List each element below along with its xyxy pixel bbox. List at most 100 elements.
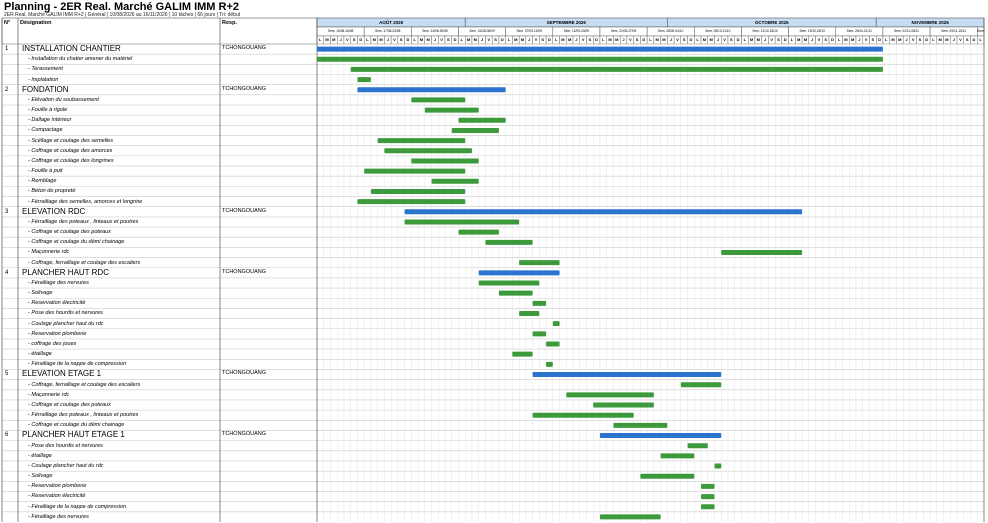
summary-bar (599, 433, 722, 439)
task-name: - Pose des hourdis et nervures (28, 310, 103, 317)
day-letter: L (602, 37, 605, 42)
task-bar (384, 148, 472, 154)
day-letter: M (332, 37, 336, 42)
week-label: Sem. 28/09-04/10 (658, 29, 684, 33)
day-letter: V (440, 37, 443, 42)
task-resp: TCHONGOUANG (222, 431, 266, 438)
day-letter: D (547, 37, 551, 42)
day-letter: J (386, 37, 389, 42)
day-letter: M (615, 37, 619, 42)
task-bar (593, 402, 654, 408)
day-letter: S (777, 37, 780, 42)
day-letter: M (466, 37, 471, 42)
day-letter: J (763, 37, 767, 42)
day-letter: M (419, 37, 424, 42)
task-name: - Reservation électricité (28, 493, 86, 500)
day-letter: J (858, 37, 861, 42)
day-letter: D (406, 37, 410, 42)
day-letter: D (453, 37, 457, 42)
week-label: Sem. 24/08-30/08 (422, 29, 448, 33)
day-letter: J (952, 37, 955, 42)
summary-task-name: INSTALLATION CHANTIER (22, 44, 121, 53)
day-letter: J (339, 37, 342, 42)
day-letter: D (925, 37, 929, 42)
task-bar (640, 473, 695, 479)
summary-bar (532, 372, 722, 378)
row-number: 1 (5, 46, 9, 52)
row-number: 3 (5, 208, 9, 215)
day-letter: L (366, 37, 369, 42)
summary-task-name: FONDATION (22, 84, 69, 94)
week-label: Sem. 17/08-23/08 (375, 29, 401, 33)
task-bar (519, 260, 560, 266)
task-bar (512, 351, 533, 357)
task-bar (546, 341, 560, 347)
day-letter: V (959, 37, 962, 42)
task-bar (599, 514, 661, 520)
task-bar (357, 77, 371, 83)
task-bar (660, 453, 695, 459)
task-name: - Maçonnerie rdc (28, 391, 70, 398)
task-resp: TCHONGOUANG (222, 268, 266, 275)
day-letter: M (803, 37, 808, 42)
summary-bar (317, 46, 883, 52)
task-bar (485, 239, 533, 245)
summary-task-name: PLANCHER HAUT ETAGE 1 (22, 430, 125, 440)
task-name: - Dallage intérieur (28, 117, 72, 124)
week-label: Sem. 16/11-22/11 (977, 29, 984, 33)
day-letter: L (554, 37, 558, 42)
day-letter: L (790, 37, 794, 42)
task-name: - Fouille à puit (28, 168, 63, 175)
task-bar (701, 483, 715, 489)
day-letter: M (561, 37, 565, 42)
task-name: - Maçonnerie rdc (28, 249, 70, 256)
day-letter: J (905, 37, 908, 42)
day-letter: D (830, 37, 834, 42)
day-letter: S (494, 37, 497, 42)
task-bar (370, 188, 466, 194)
task-name: - étaillage (28, 351, 52, 358)
day-letter: V (864, 37, 868, 42)
day-letter: M (797, 37, 801, 42)
row-number: 4 (5, 269, 9, 276)
task-bar (613, 422, 668, 428)
day-letter: L (979, 37, 982, 42)
day-letter: L (413, 37, 416, 42)
day-letter: S (918, 37, 922, 42)
day-letter: L (885, 37, 888, 42)
task-name: - Coffrage et coulage des poteaux (28, 229, 111, 236)
day-letter: J (433, 37, 437, 42)
day-letter: M (473, 37, 477, 42)
day-letter: M (709, 37, 713, 42)
task-name: - Férraillage des poteaux , linteaux et … (28, 412, 139, 419)
task-bar (714, 463, 722, 469)
summary-task-name: PLANCHER HAUT RDC (22, 267, 109, 277)
task-name: - Féraillage des nervures (28, 513, 89, 520)
day-letter: D (878, 37, 881, 42)
summary-bar (478, 270, 560, 276)
task-resp: TCHONGOUANG (222, 85, 266, 92)
day-letter: L (837, 37, 841, 42)
day-letter: M (945, 37, 949, 42)
day-letter: V (534, 37, 538, 42)
task-name: - Pose des hourdis et nervures (28, 442, 103, 449)
task-bar (350, 66, 883, 72)
day-letter: V (676, 37, 679, 42)
month-label: OCTOBRE 2026 (754, 20, 789, 25)
day-letter: V (345, 37, 349, 42)
day-letter: S (682, 37, 686, 42)
day-letter: M (520, 37, 525, 42)
task-name: - Coffrage et coulage des longrines (28, 157, 114, 164)
day-letter: D (500, 37, 504, 42)
task-name: - étaillage (28, 452, 52, 459)
week-label: Sem. 12/10-18/10 (752, 29, 778, 33)
day-letter: S (824, 37, 827, 42)
day-letter: S (730, 37, 733, 42)
day-letter: M (850, 37, 855, 42)
week-label: Sem. 05/10-11/10 (705, 29, 731, 33)
day-letter: L (932, 37, 935, 42)
month-label: SEPTEMBRE 2026 (546, 20, 586, 25)
week-label: Sem. 14/09-20/09 (563, 29, 590, 33)
day-letter: L (507, 37, 511, 42)
task-name: - Solivage (28, 290, 53, 297)
